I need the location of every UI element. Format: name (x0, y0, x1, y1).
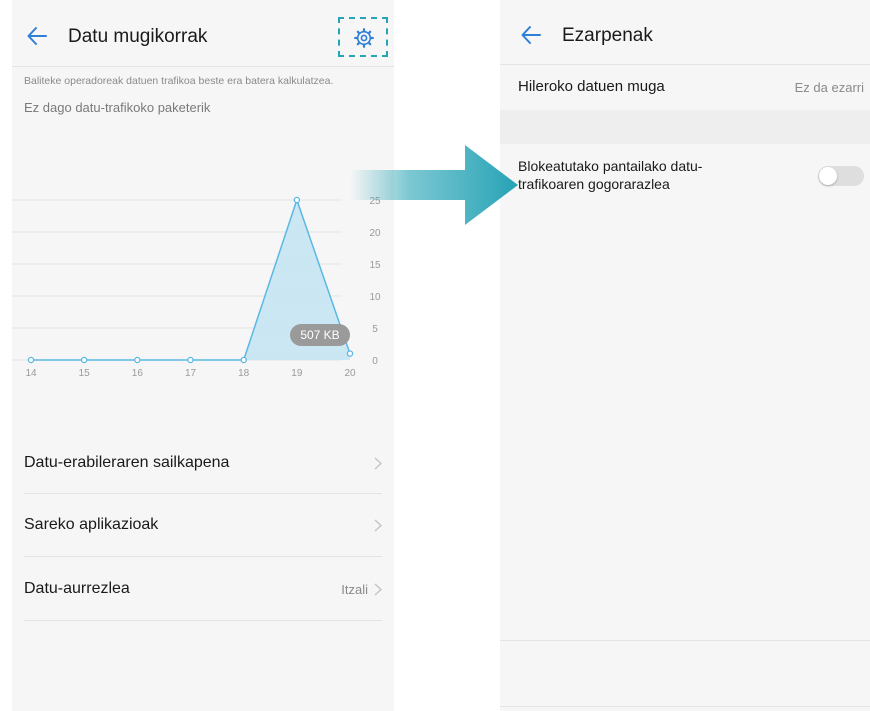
package-note: Ez dago datu-trafikoko paketerik (24, 100, 211, 115)
gear-icon (354, 28, 374, 48)
mobile-data-screen: Datu mugikorrak Baliteke operadoreak dat… (12, 0, 394, 711)
data-point (134, 356, 141, 364)
usage-badge-label: 507 KB (300, 328, 339, 342)
transition-arrow (350, 145, 518, 225)
app-bar: Datu mugikorrak (12, 0, 394, 70)
page-title: Datu mugikorrak (68, 26, 208, 47)
network-apps-label: Sareko aplikazioak (24, 516, 159, 533)
toggle-knob (819, 167, 837, 185)
monthly-limit-label: Hileroko datuen muga (518, 78, 665, 95)
settings-button[interactable] (338, 17, 388, 57)
y-tick-label: 5 (372, 324, 378, 335)
x-tick-label: 14 (25, 368, 37, 379)
app-bar: Ezarpenak (500, 0, 870, 70)
x-tick-label: 17 (185, 368, 197, 379)
data-saver-value: Itzali (341, 581, 368, 597)
lockscreen-reminder-row: Blokeatutako pantailako datu- trafikoare… (500, 144, 870, 214)
settings-screen: Ezarpenak Hileroko datuen muga Ez da eza… (500, 0, 870, 711)
monthly-limit-value: Ez da ezarri (794, 80, 864, 95)
network-apps-row[interactable]: Sareko aplikazioak (24, 494, 382, 556)
usage-ranking-label: Datu-erabileraren sailkapena (24, 454, 230, 471)
chevron-right-icon (374, 518, 382, 532)
section-gap (500, 110, 870, 144)
data-point (80, 356, 88, 364)
x-tick-label: 19 (291, 368, 303, 379)
data-usage-chart: 051015202514 15 16 17 18 19 20507 KB (12, 196, 381, 379)
bottom-divider (500, 640, 870, 641)
usage-ranking-row[interactable]: Datu-erabileraren sailkapena (24, 432, 382, 494)
x-tick-label: 16 (132, 368, 144, 379)
data-point (346, 350, 354, 357)
x-tick-label: 15 (79, 368, 91, 379)
data-point (27, 356, 35, 364)
y-tick-label: 15 (369, 260, 381, 271)
arrow-left-icon[interactable] (26, 25, 48, 47)
lockscreen-reminder-label-line1: Blokeatutako pantailako datu- (518, 158, 703, 174)
y-tick-label: 10 (369, 292, 381, 303)
data-point (187, 356, 194, 364)
header-divider (500, 64, 870, 65)
operator-note: Baliteke operadoreak datuen trafikoa bes… (24, 75, 334, 87)
bottom-divider (500, 706, 870, 707)
row-divider (24, 620, 382, 621)
header-divider (12, 66, 394, 67)
monthly-limit-row[interactable]: Hileroko datuen muga Ez da ezarri (500, 66, 870, 110)
y-tick-label: 20 (369, 228, 381, 239)
y-tick-label: 0 (372, 356, 378, 367)
chevron-right-icon (374, 456, 382, 470)
data-saver-label: Datu-aurrezlea (24, 580, 130, 597)
data-point (293, 196, 301, 204)
x-tick-label: 18 (238, 368, 250, 379)
page-title: Ezarpenak (562, 25, 653, 46)
lockscreen-reminder-label-line2: trafikoaren gogorarazlea (518, 176, 670, 192)
data-saver-row[interactable]: Datu-aurrezlea Itzali (24, 558, 382, 620)
row-divider (24, 556, 382, 557)
x-tick-label: 20 (344, 368, 356, 379)
data-point (240, 356, 247, 364)
chevron-right-icon (374, 582, 382, 596)
lockscreen-reminder-toggle[interactable] (818, 166, 864, 186)
arrow-left-icon[interactable] (520, 24, 542, 46)
